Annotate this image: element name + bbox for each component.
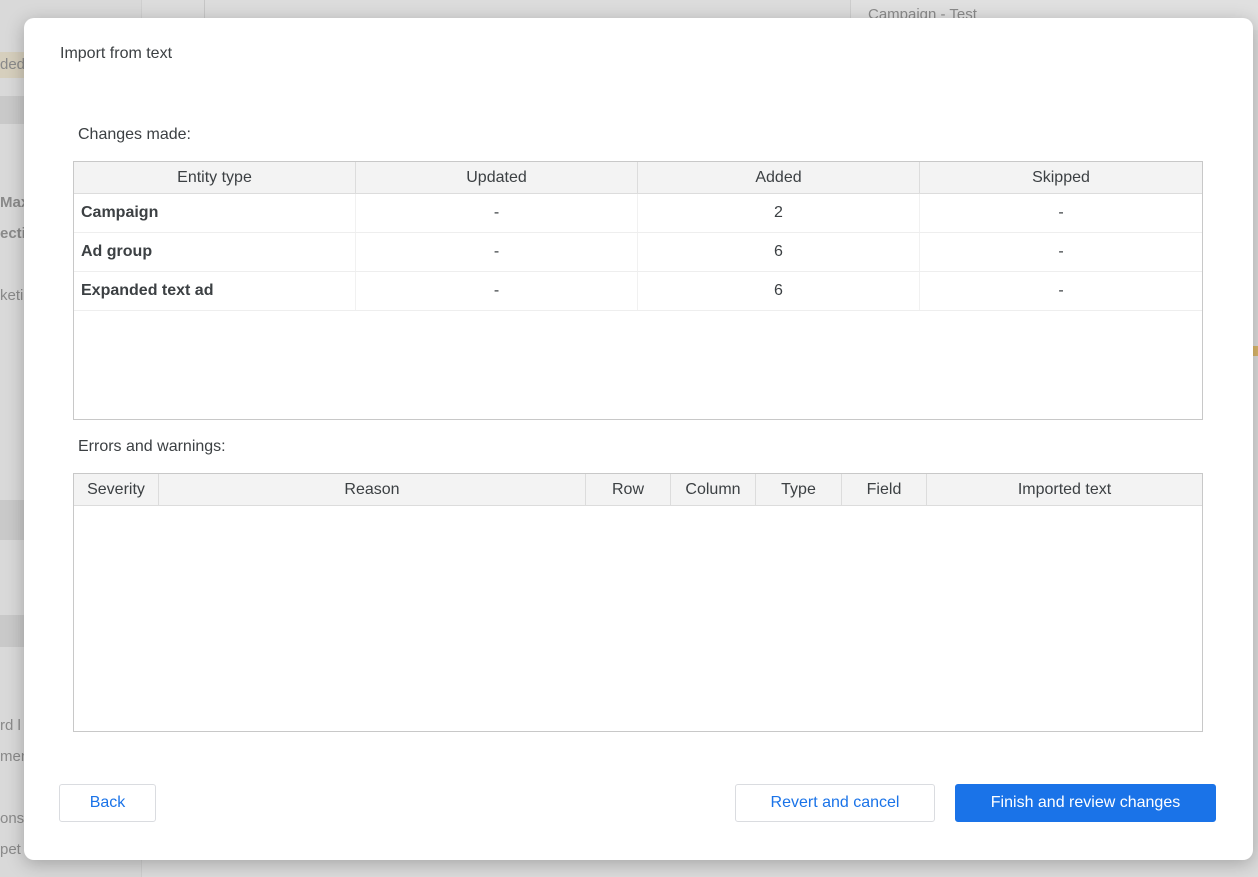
table-row: Expanded text ad - 6 - — [74, 272, 1202, 311]
background-fragment: ons — [0, 810, 25, 827]
column-header-added[interactable]: Added — [638, 162, 920, 193]
background-band — [0, 500, 24, 540]
background-fragment: ecti — [0, 225, 26, 242]
column-header-updated[interactable]: Updated — [356, 162, 638, 193]
cell-skipped: - — [1058, 204, 1064, 221]
background-fragment: ded — [0, 56, 26, 73]
table-row: Ad group - 6 - — [74, 233, 1202, 272]
background-fragment: pet — [0, 841, 21, 858]
table-row: Campaign - 2 - — [74, 194, 1202, 233]
cell-updated: - — [356, 272, 638, 310]
column-header-entity-type[interactable]: Entity type — [74, 162, 356, 193]
cell-skipped: - — [1058, 282, 1064, 299]
errors-table: Severity Reason Row Column Type Field Im… — [73, 473, 1203, 732]
back-button[interactable]: Back — [59, 784, 156, 822]
cell-skipped: - — [1058, 243, 1064, 260]
revert-and-cancel-button[interactable]: Revert and cancel — [735, 784, 935, 822]
cell-entity-type: Expanded text ad — [74, 272, 356, 310]
column-header-type[interactable]: Type — [756, 474, 842, 505]
column-header-field[interactable]: Field — [842, 474, 927, 505]
errors-table-header: Severity Reason Row Column Type Field Im… — [74, 474, 1202, 506]
changes-table: Entity type Updated Added Skipped Campai… — [73, 161, 1203, 420]
cell-added: 6 — [638, 272, 920, 310]
cell-updated: - — [356, 233, 638, 271]
background-fragment: rd l — [0, 717, 21, 734]
changes-label: Changes made: — [78, 126, 191, 143]
column-header-imported-text[interactable]: Imported text — [927, 474, 1202, 505]
cell-entity-type: Ad group — [74, 233, 356, 271]
dialog-title: Import from text — [60, 45, 173, 62]
column-header-row[interactable]: Row — [586, 474, 671, 505]
import-dialog: Import from text Changes made: Entity ty… — [24, 18, 1253, 860]
background-fragment: keti — [0, 287, 24, 304]
column-header-severity[interactable]: Severity — [74, 474, 159, 505]
cell-added: 6 — [638, 233, 920, 271]
errors-label: Errors and warnings: — [78, 438, 226, 455]
background-band — [0, 96, 24, 124]
column-header-column[interactable]: Column — [671, 474, 756, 505]
changes-table-header: Entity type Updated Added Skipped — [74, 162, 1202, 194]
background-band — [0, 615, 24, 647]
cell-added: 2 — [638, 194, 920, 232]
column-header-skipped[interactable]: Skipped — [920, 162, 1202, 193]
column-header-reason[interactable]: Reason — [159, 474, 586, 505]
cell-updated: - — [356, 194, 638, 232]
finish-and-review-button[interactable]: Finish and review changes — [955, 784, 1216, 822]
cell-entity-type: Campaign — [74, 194, 356, 232]
